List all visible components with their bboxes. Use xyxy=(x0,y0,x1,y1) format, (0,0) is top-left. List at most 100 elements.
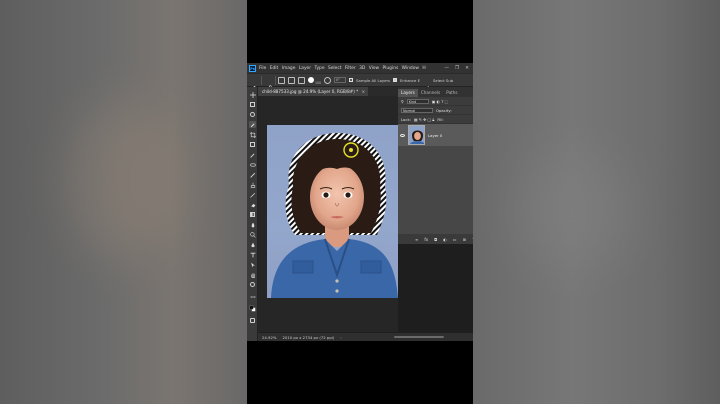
lock-label: Lock: xyxy=(401,116,411,122)
sample-all-layers-label: Sample All Layers xyxy=(356,77,391,83)
tools-panel xyxy=(247,87,258,341)
document-dimensions: 2010 px x 2734 px (72 ppi) xyxy=(282,334,335,340)
lock-icons[interactable]: ▦ ✎ ✥ ▢ 🔒︎ xyxy=(414,117,434,122)
layer-name[interactable]: Layer 0 xyxy=(428,133,442,138)
brush-tool-icon[interactable] xyxy=(249,171,256,178)
photoshop-window: Ps File Edit Image Layer Type Select Fil… xyxy=(247,63,473,341)
type-tool-icon[interactable] xyxy=(249,251,256,258)
document-tab-bar: child-887533.jpg @ 24.9% (Layer 0, RGB/8… xyxy=(258,87,398,96)
quick-mask-icon[interactable] xyxy=(249,317,256,324)
layer-filter-row: ⚲ Kind ▣ ◐ T ⬚ xyxy=(398,97,473,106)
video-blur-left xyxy=(0,0,247,404)
link-layers-icon[interactable]: ∞ xyxy=(415,237,418,242)
sample-all-layers-checkbox[interactable] xyxy=(349,78,354,82)
brush-size-value: 100 xyxy=(315,81,322,85)
angle-input[interactable]: 0° xyxy=(334,77,347,83)
panel-dock-empty xyxy=(398,244,473,332)
menu-layer[interactable]: Layer xyxy=(299,66,311,71)
dodge-tool-icon[interactable] xyxy=(249,231,256,238)
quick-selection-tool-icon[interactable] xyxy=(249,121,256,128)
tab-channels[interactable]: Channels xyxy=(418,89,443,97)
menu-3d[interactable]: 3D xyxy=(359,66,365,71)
video-frame: Ps File Edit Image Layer Type Select Fil… xyxy=(247,0,473,404)
filter-icons[interactable]: ▣ ◐ T ⬚ xyxy=(432,99,448,104)
menu-select[interactable]: Select xyxy=(328,66,342,71)
history-brush-tool-icon[interactable] xyxy=(249,191,256,198)
filter-kind-select[interactable]: Kind xyxy=(406,98,429,104)
menu-view[interactable]: View xyxy=(369,66,379,71)
tab-paths[interactable]: Paths xyxy=(443,89,460,97)
layer-thumbnail xyxy=(408,125,425,145)
menu-plugins[interactable]: Plugins xyxy=(383,66,399,71)
pen-tool-icon[interactable] xyxy=(249,241,256,248)
delete-layer-icon[interactable]: 🗑︎ xyxy=(472,237,473,242)
add-mask-icon[interactable]: ◘ xyxy=(434,237,437,242)
new-group-icon[interactable]: ▭ xyxy=(453,237,457,242)
layers-list-empty-area xyxy=(398,146,473,234)
menu-type[interactable]: Type xyxy=(314,66,324,71)
document-tab[interactable]: child-887533.jpg @ 24.9% (Layer 0, RGB/8… xyxy=(258,87,368,96)
horizontal-scrollbar[interactable] xyxy=(393,335,444,339)
layer-row[interactable]: Layer 0 xyxy=(398,124,473,146)
hand-tool-icon[interactable] xyxy=(249,271,256,278)
gradient-tool-icon[interactable] xyxy=(249,211,256,218)
menu-file[interactable]: File xyxy=(259,66,266,71)
menu-image[interactable]: Image xyxy=(282,66,296,71)
maximize-icon[interactable]: ❐ xyxy=(455,66,459,71)
minimize-icon[interactable]: — xyxy=(444,66,449,71)
quick-selection-tool-icon[interactable] xyxy=(265,77,272,91)
zoom-level[interactable]: 24.92% xyxy=(262,335,276,340)
search-icon: ⚲ xyxy=(401,98,404,104)
lock-row: Lock: ▦ ✎ ✥ ▢ 🔒︎ Fill: xyxy=(398,115,473,124)
clone-stamp-tool-icon[interactable] xyxy=(249,181,256,188)
menu-window[interactable]: Window xyxy=(402,66,419,71)
enhance-edge-checkbox[interactable] xyxy=(393,78,398,82)
visibility-eye-icon[interactable] xyxy=(400,133,405,137)
status-arrow-icon[interactable]: › xyxy=(340,335,342,340)
menu-bar: Ps File Edit Image Layer Type Select Fil… xyxy=(247,63,473,73)
blur-tool-icon[interactable] xyxy=(249,221,256,228)
adjustment-layer-icon[interactable]: ◐ xyxy=(443,237,447,242)
path-selection-tool-icon[interactable] xyxy=(249,261,256,268)
divider xyxy=(274,75,275,85)
new-selection-icon[interactable] xyxy=(278,76,285,84)
add-to-selection-icon[interactable] xyxy=(288,76,295,84)
close-icon[interactable]: ✕ xyxy=(465,66,469,71)
canvas-area[interactable] xyxy=(258,96,398,332)
frame-tool-icon[interactable] xyxy=(249,141,256,148)
layers-panel: Layers Channels Paths ⚲ Kind ▣ ◐ T ⬚ Nor… xyxy=(398,87,473,332)
child-portrait-image xyxy=(271,133,398,298)
lasso-tool-icon[interactable] xyxy=(249,111,256,118)
window-controls: — ❐ ✕ xyxy=(444,66,473,71)
eyedropper-tool-icon[interactable] xyxy=(249,151,256,158)
document-image[interactable] xyxy=(267,125,398,298)
marquee-tool-icon[interactable] xyxy=(249,101,256,108)
panel-tabs: Layers Channels Paths xyxy=(398,87,473,97)
menu-help[interactable]: H xyxy=(422,66,425,71)
angle-icon xyxy=(324,76,332,84)
select-subject-button[interactable]: Select Sub xyxy=(433,78,453,83)
foreground-background-color-icon[interactable] xyxy=(249,305,256,312)
blend-mode-select[interactable]: Normal xyxy=(401,107,433,113)
home-icon[interactable] xyxy=(251,77,258,91)
subtract-from-selection-icon[interactable] xyxy=(298,76,305,84)
healing-brush-tool-icon[interactable] xyxy=(249,161,256,168)
new-layer-icon[interactable]: ⊞ xyxy=(463,237,466,242)
fx-icon[interactable]: fx xyxy=(424,237,428,242)
document-tab-title: child-887533.jpg @ 24.9% (Layer 0, RGB/8… xyxy=(262,89,359,94)
enhance-edge-label: Enhance E xyxy=(400,77,420,83)
close-tab-icon[interactable]: × xyxy=(362,87,365,96)
photoshop-logo-icon: Ps xyxy=(249,64,256,72)
crop-tool-icon[interactable] xyxy=(249,131,256,138)
move-tool-icon[interactable] xyxy=(249,91,256,98)
menu-filter[interactable]: Filter xyxy=(345,66,356,71)
opacity-label: Opacity: xyxy=(436,107,452,113)
tab-layers[interactable]: Layers xyxy=(398,89,418,97)
eraser-tool-icon[interactable] xyxy=(249,201,256,208)
divider xyxy=(261,75,262,85)
menu-edit[interactable]: Edit xyxy=(270,66,279,71)
zoom-tool-icon[interactable] xyxy=(249,281,256,288)
brush-preview-icon[interactable] xyxy=(308,77,314,83)
more-tools-icon[interactable] xyxy=(249,293,256,300)
options-bar: 100 0° Sample All Layers Enhance E Selec… xyxy=(247,73,473,91)
